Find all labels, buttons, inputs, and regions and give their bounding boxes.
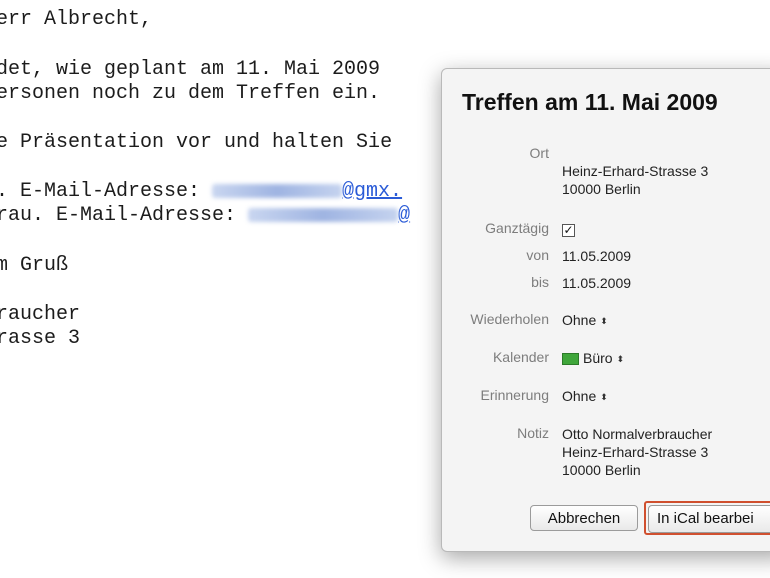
alert-label: Erinnerung <box>480 387 550 403</box>
popup-arrows-icon: ⬍ <box>616 354 625 365</box>
popup-arrows-icon: ⬍ <box>600 316 608 327</box>
to-date[interactable]: 11.05.2009 <box>562 274 631 292</box>
allday-checkbox[interactable]: ✓ <box>562 223 575 237</box>
to-label: bis <box>531 274 549 290</box>
allday-label: Ganztägig <box>485 220 549 236</box>
popup-arrows-icon: ⬍ <box>600 392 608 403</box>
email-signature-street: rasse 3 <box>0 327 81 350</box>
note-value[interactable]: Otto Normalverbraucher Heinz-Erhard-Stra… <box>562 425 712 479</box>
repeat-label: Wiederholen <box>470 311 549 327</box>
redacted-text <box>212 183 343 198</box>
email-link[interactable]: @ <box>398 204 410 227</box>
location-value[interactable]: Heinz-Erhard-Strasse 3 10000 Berlin <box>562 162 708 198</box>
email-line: ersonen noch zu dem Treffen ein. <box>0 82 381 105</box>
event-popover: Treffen am 11. Mai 2009 Ort Heinz-Erhard… <box>441 68 770 552</box>
email-line: det, wie geplant am 11. Mai 2009 <box>0 58 381 81</box>
email-link[interactable]: @gmx. <box>342 180 402 203</box>
email-address-line: rau. E-Mail-Adresse: @ <box>0 204 411 227</box>
email-body: err Albrecht, det, wie geplant am 11. Ma… <box>0 0 410 350</box>
email-signature-name: raucher <box>0 303 81 326</box>
redacted-text <box>248 207 399 222</box>
email-line: e Präsentation vor und halten Sie <box>0 131 393 154</box>
edit-in-ical-button[interactable]: In iCal bearbei <box>648 505 770 533</box>
email-closing: m Gruß <box>0 254 69 277</box>
calendar-color-icon <box>562 353 579 366</box>
repeat-select[interactable]: Ohne ⬍ <box>562 311 608 330</box>
edit-in-ical-button-highlight: In iCal bearbei <box>644 501 770 535</box>
email-address-line: . E-Mail-Adresse: @gmx. <box>0 180 403 203</box>
location-label: Ort <box>529 145 549 161</box>
calendar-select[interactable]: Büro ⬍ <box>562 349 624 368</box>
cancel-button[interactable]: Abbrechen <box>530 505 638 531</box>
alert-select[interactable]: Ohne ⬍ <box>562 387 608 406</box>
email-greeting: err Albrecht, <box>0 8 153 31</box>
from-label: von <box>526 247 549 263</box>
event-title[interactable]: Treffen am 11. Mai 2009 <box>462 89 718 116</box>
from-date[interactable]: 11.05.2009 <box>562 247 631 265</box>
calendar-label: Kalender <box>492 349 549 365</box>
note-label: Notiz <box>517 425 549 441</box>
